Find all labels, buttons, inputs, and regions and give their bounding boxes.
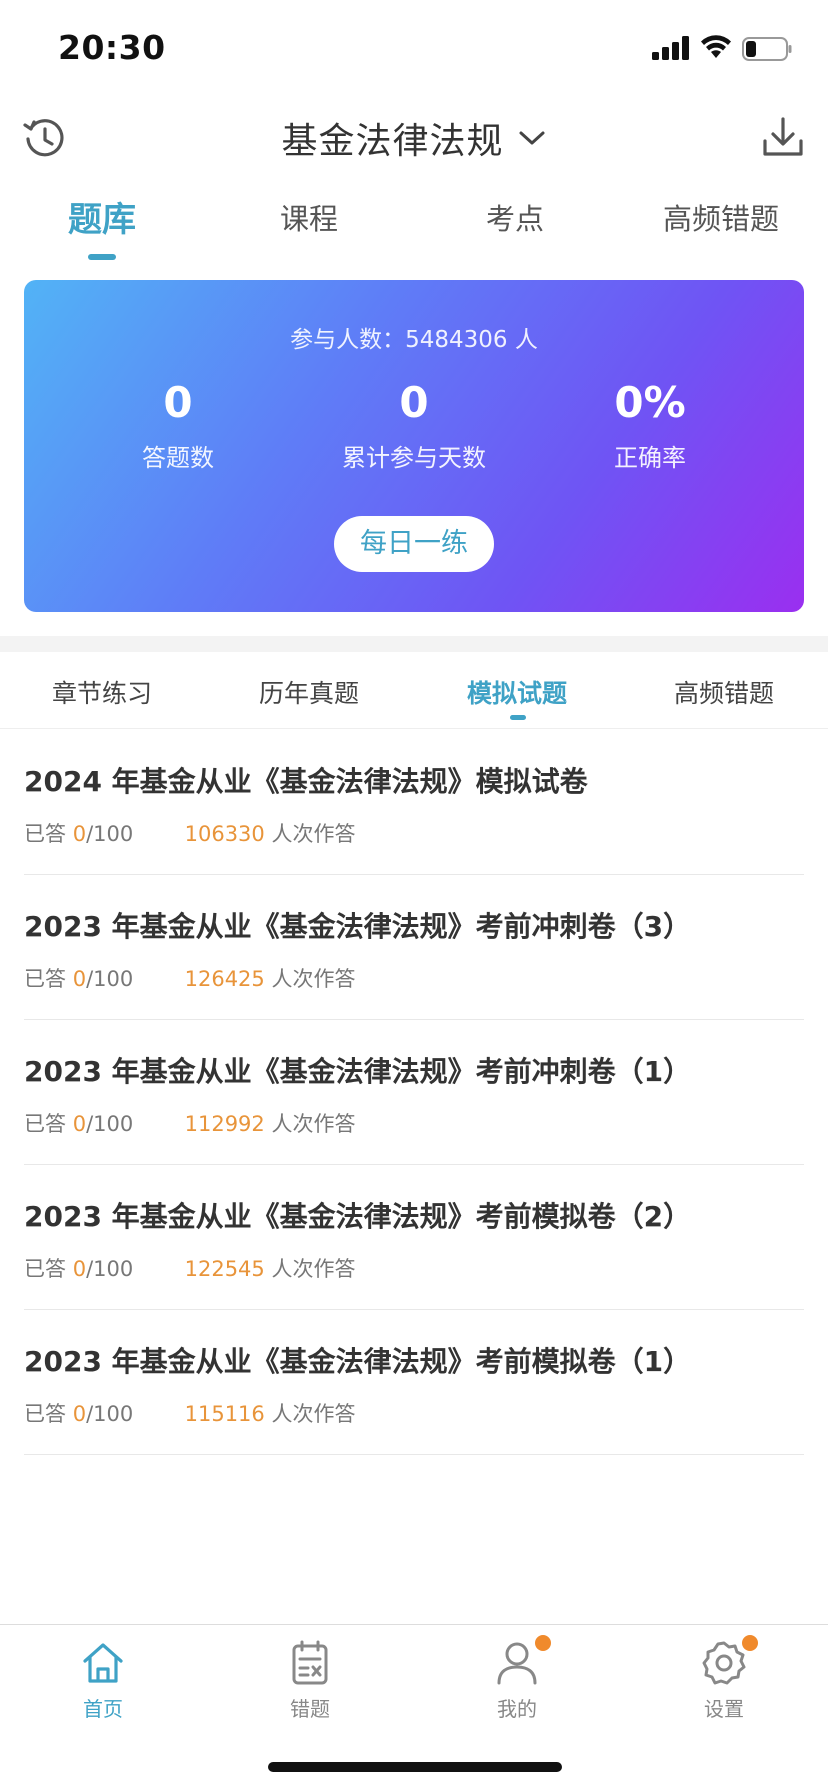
question-total: /100: [86, 1402, 134, 1426]
mistakes-icon: [286, 1639, 334, 1687]
answered-prefix: 已答: [24, 1112, 66, 1136]
exam-title: 2024 年基金从业《基金法律法规》模拟试卷: [24, 765, 588, 798]
attempt-count: 115116: [184, 1402, 265, 1426]
stat-value: 0: [163, 378, 193, 427]
question-total: /100: [86, 1257, 134, 1281]
stat-accuracy: 0% 正确率: [535, 378, 765, 473]
exam-list-item[interactable]: 2023 年基金从业《基金法律法规》考前模拟卷（1） 已答 0/100 1151…: [24, 1310, 804, 1455]
exam-list-item[interactable]: 2023 年基金从业《基金法律法规》考前冲刺卷（3） 已答 0/100 1264…: [24, 875, 804, 1020]
section-divider: [0, 636, 828, 652]
participants-count: 参与人数：5484306 人: [290, 327, 538, 353]
tab-key-points[interactable]: 考点: [430, 196, 600, 238]
nav-label: 错题: [290, 1697, 330, 1721]
nav-mistakes[interactable]: 错题: [240, 1639, 380, 1722]
battery-icon: [742, 37, 792, 61]
exam-title: 2023 年基金从业《基金法律法规》考前冲刺卷（3）: [24, 910, 692, 943]
status-time: 20:30: [58, 28, 166, 67]
exam-list-item[interactable]: 2023 年基金从业《基金法律法规》考前模拟卷（2） 已答 0/100 1225…: [24, 1165, 804, 1310]
active-tab-indicator: [88, 254, 116, 260]
exam-meta: 已答 0/100 126425 人次作答: [24, 963, 355, 993]
nav-label: 我的: [497, 1697, 537, 1721]
notification-badge: [742, 1635, 758, 1651]
nav-profile[interactable]: 我的: [447, 1635, 587, 1722]
answered-count: 0: [72, 967, 87, 991]
exam-title: 2023 年基金从业《基金法律法规》考前模拟卷（1）: [24, 1345, 692, 1378]
exam-title: 2023 年基金从业《基金法律法规》考前模拟卷（2）: [24, 1200, 692, 1233]
attempt-count: 126425: [184, 967, 265, 991]
exam-meta: 已答 0/100 106330 人次作答: [24, 818, 355, 848]
sub-tabs: 章节练习 历年真题 模拟试题 高频错题: [0, 674, 828, 730]
stats-card: 参与人数：5484306 人 0 答题数 0 累计参与天数 0% 正确率 每日一…: [24, 280, 804, 612]
stat-label: 答题数: [142, 444, 214, 473]
nav-label: 设置: [704, 1697, 744, 1721]
answered-count: 0: [72, 822, 87, 846]
question-total: /100: [86, 1112, 134, 1136]
stat-answered: 0 答题数: [63, 378, 293, 473]
stat-value: 0%: [614, 378, 686, 427]
nav-label: 首页: [83, 1697, 123, 1721]
settings-icon: [700, 1635, 758, 1687]
stat-label: 正确率: [614, 444, 686, 473]
answered-count: 0: [72, 1257, 87, 1281]
stat-value: 0: [399, 378, 429, 427]
exam-meta: 已答 0/100 112992 人次作答: [24, 1108, 355, 1138]
attempt-suffix: 人次作答: [271, 967, 356, 991]
subtab-past-papers[interactable]: 历年真题: [219, 674, 399, 710]
exam-list: 2024 年基金从业《基金法律法规》模拟试卷 已答 0/100 106330 人…: [0, 730, 828, 1455]
tab-courses[interactable]: 课程: [224, 196, 394, 238]
notification-badge: [535, 1635, 551, 1651]
chevron-down-icon: [519, 131, 545, 145]
home-indicator: [268, 1762, 562, 1772]
subtabs-divider: [0, 728, 828, 729]
question-total: /100: [86, 822, 134, 846]
answered-prefix: 已答: [24, 1257, 66, 1281]
daily-practice-button[interactable]: 每日一练: [334, 516, 494, 572]
exam-list-item[interactable]: 2023 年基金从业《基金法律法规》考前冲刺卷（1） 已答 0/100 1129…: [24, 1020, 804, 1165]
wifi-icon: [701, 35, 731, 58]
attempt-count: 106330: [184, 822, 265, 846]
answered-prefix: 已答: [24, 967, 66, 991]
cellular-signal-icon: [652, 36, 692, 60]
attempt-count: 122545: [184, 1257, 265, 1281]
stat-days: 0 累计参与天数: [299, 378, 529, 473]
subject-selector[interactable]: 基金法律法规: [0, 112, 828, 168]
question-total: /100: [86, 967, 134, 991]
answered-count: 0: [72, 1402, 87, 1426]
exam-list-item[interactable]: 2024 年基金从业《基金法律法规》模拟试卷 已答 0/100 106330 人…: [24, 730, 804, 875]
subtab-chapter-practice[interactable]: 章节练习: [12, 674, 192, 710]
stat-label: 累计参与天数: [342, 444, 486, 473]
nav-home[interactable]: 首页: [33, 1639, 173, 1722]
nav-settings[interactable]: 设置: [654, 1635, 794, 1722]
exam-meta: 已答 0/100 122545 人次作答: [24, 1253, 355, 1283]
attempt-suffix: 人次作答: [271, 1257, 356, 1281]
subtab-mock-exams[interactable]: 模拟试题: [427, 674, 607, 710]
attempt-suffix: 人次作答: [271, 1402, 356, 1426]
answered-count: 0: [72, 1112, 87, 1136]
home-icon: [79, 1639, 127, 1687]
profile-icon: [493, 1635, 551, 1687]
tab-frequent-mistakes[interactable]: 高频错题: [636, 196, 806, 238]
subtab-frequent-mistakes[interactable]: 高频错题: [634, 674, 814, 710]
active-subtab-indicator: [510, 715, 526, 720]
attempt-suffix: 人次作答: [271, 1112, 356, 1136]
answered-prefix: 已答: [24, 822, 66, 846]
status-bar: 20:30: [0, 0, 828, 100]
exam-meta: 已答 0/100 115116 人次作答: [24, 1398, 355, 1428]
tab-question-bank[interactable]: 题库: [17, 192, 187, 241]
exam-title: 2023 年基金从业《基金法律法规》考前冲刺卷（1）: [24, 1055, 692, 1088]
attempt-count: 112992: [184, 1112, 265, 1136]
answered-prefix: 已答: [24, 1402, 66, 1426]
download-icon[interactable]: [760, 114, 806, 160]
attempt-suffix: 人次作答: [271, 822, 356, 846]
top-tabs: 题库 课程 考点 高频错题: [0, 196, 828, 266]
page-title: 基金法律法规: [281, 121, 504, 162]
